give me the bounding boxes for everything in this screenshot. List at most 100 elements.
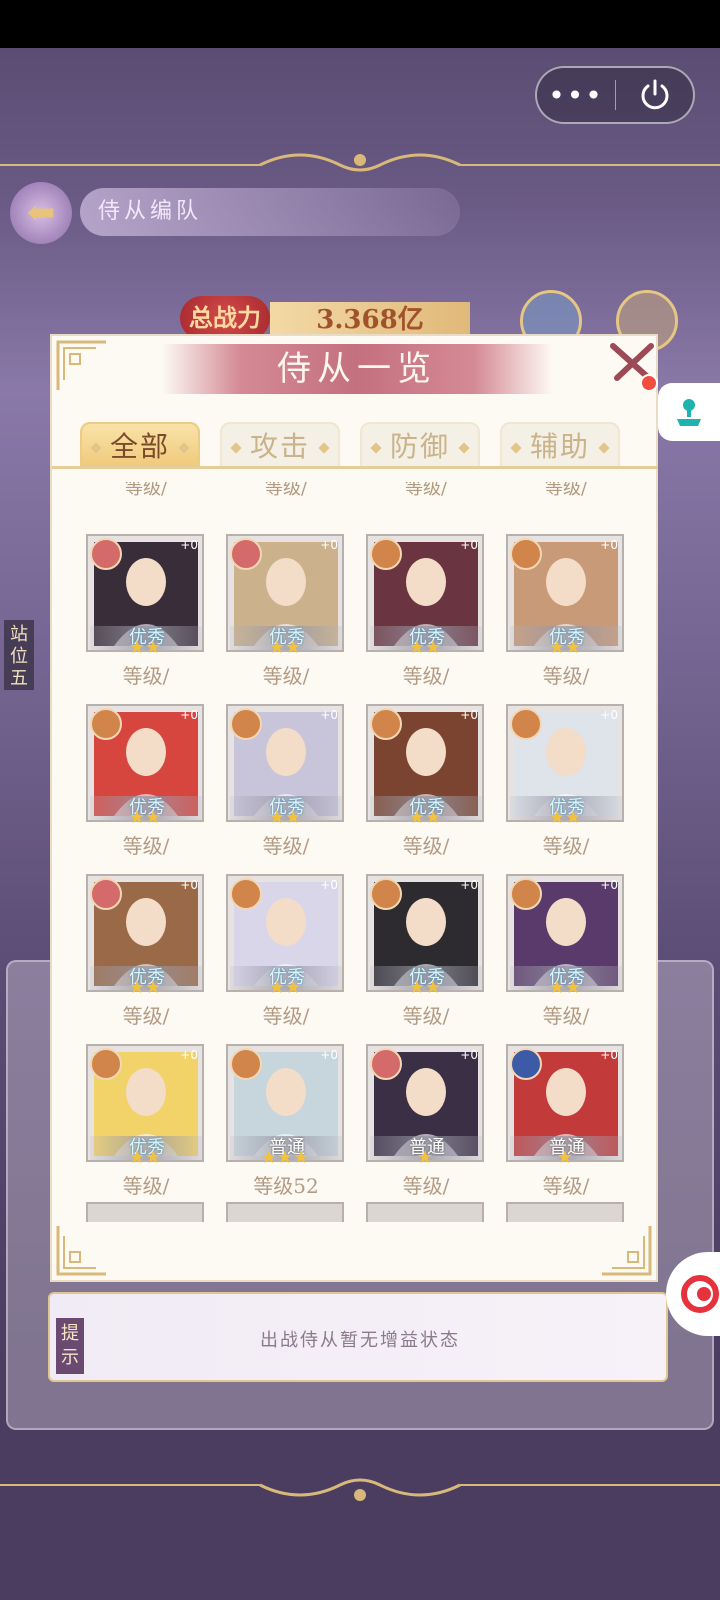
tip-text: 出战侍从暂无增益状态 bbox=[260, 1330, 460, 1351]
tab-ornament bbox=[598, 442, 610, 454]
attendant-card[interactable]: +0 优秀 ★★ 等级/ bbox=[366, 534, 486, 688]
tab-ornament bbox=[370, 442, 382, 454]
partial-level-text: 等级/ bbox=[404, 482, 448, 499]
tab-ornament bbox=[230, 442, 242, 454]
level-text: 等级/ bbox=[262, 834, 310, 858]
level-text: 等级/ bbox=[402, 664, 450, 688]
attendant-portrait: +0 优秀 bbox=[86, 534, 204, 652]
level-text: 等级/ bbox=[122, 1004, 170, 1028]
level-text: 等级/ bbox=[402, 1174, 450, 1198]
level-text: 等级/ bbox=[262, 1004, 310, 1028]
heart-type-icon bbox=[90, 538, 122, 570]
attendant-card[interactable]: +0 普通 ★ 等级/ bbox=[506, 1044, 626, 1198]
attendant-portrait: +0 优秀 bbox=[506, 874, 624, 992]
attendant-card[interactable]: +0 优秀 ★★ 等级/ bbox=[226, 534, 346, 688]
attack-type-icon bbox=[510, 708, 542, 740]
more-button[interactable]: ••• bbox=[537, 79, 615, 112]
partial-card[interactable] bbox=[86, 1202, 204, 1222]
attendant-card[interactable]: +0 优秀 ★★ 等级/ bbox=[86, 704, 206, 858]
attendant-portrait: +0 普通 bbox=[366, 1044, 484, 1162]
back-arrow-icon: ⬅ bbox=[26, 193, 56, 233]
partial-card[interactable] bbox=[506, 1202, 624, 1222]
attendant-card[interactable]: +0 优秀 ★★ 等级/ bbox=[506, 874, 626, 1028]
attendant-card[interactable]: +0 优秀 ★★ 等级/ bbox=[506, 704, 626, 858]
attendant-card[interactable]: +0 普通 ★★★ 等级52 bbox=[226, 1044, 346, 1198]
star-rating: ★★ bbox=[408, 637, 442, 658]
exit-button[interactable] bbox=[616, 78, 693, 112]
tab-label: 辅助 bbox=[529, 430, 590, 463]
attendant-portrait: +0 优秀 bbox=[86, 874, 204, 992]
attendant-card[interactable]: +0 优秀 ★★ 等级/ bbox=[86, 534, 206, 688]
attack-type-icon bbox=[230, 878, 262, 910]
enhance-level: +0 bbox=[460, 708, 478, 722]
attendant-card[interactable]: +0 优秀 ★★ 等级/ bbox=[506, 534, 626, 688]
tab-ornament bbox=[90, 442, 102, 454]
attendant-card[interactable]: +0 优秀 ★★ 等级/ bbox=[86, 874, 206, 1028]
bottom-ornament bbox=[0, 1478, 720, 1501]
star-rating: ★★ bbox=[128, 807, 162, 828]
filter-tabs: 全部 攻击 防御 辅助 bbox=[80, 422, 630, 468]
attendant-portrait: +0 普通 bbox=[226, 1044, 344, 1162]
joystick-icon bbox=[677, 399, 701, 426]
enhance-level: +0 bbox=[600, 538, 618, 552]
star-rating: ★★ bbox=[408, 807, 442, 828]
attendant-portrait: +0 优秀 bbox=[226, 704, 344, 822]
tab-support[interactable]: 辅助 bbox=[500, 422, 620, 468]
heart-type-icon bbox=[230, 538, 262, 570]
top-ornament bbox=[0, 153, 720, 172]
partial-level-row: 等级/ 等级/ 等级/ 等级/ bbox=[52, 482, 658, 502]
attendant-portrait: +0 优秀 bbox=[506, 704, 624, 822]
star-rating: ★★ bbox=[548, 807, 582, 828]
enhance-level: +0 bbox=[460, 1048, 478, 1062]
partial-card[interactable] bbox=[366, 1202, 484, 1222]
level-text: 等级/ bbox=[122, 834, 170, 858]
attack-type-icon bbox=[370, 708, 402, 740]
attendant-card[interactable]: +0 优秀 ★★ 等级/ bbox=[86, 1044, 206, 1198]
attendant-card[interactable]: +0 优秀 ★★ 等级/ bbox=[226, 704, 346, 858]
level-text: 等级/ bbox=[122, 1174, 170, 1198]
shield-type-icon bbox=[510, 1048, 542, 1080]
modal-title: 侍从一览 bbox=[162, 344, 552, 394]
enhance-level: +0 bbox=[460, 538, 478, 552]
enhance-level: +0 bbox=[180, 878, 198, 892]
attendant-card[interactable]: +0 优秀 ★★ 等级/ bbox=[226, 874, 346, 1028]
attendant-card[interactable]: +0 普通 ★ 等级/ bbox=[366, 1044, 486, 1198]
level-text: 等级/ bbox=[542, 664, 590, 688]
tab-defense[interactable]: 防御 bbox=[360, 422, 480, 468]
enhance-level: +0 bbox=[320, 708, 338, 722]
tab-all[interactable]: 全部 bbox=[80, 422, 200, 468]
assistant-float-button[interactable] bbox=[658, 383, 720, 441]
back-button[interactable]: ⬅ bbox=[10, 182, 72, 244]
star-rating: ★★★ bbox=[260, 1147, 310, 1168]
level-text: 等级/ bbox=[402, 834, 450, 858]
attendant-portrait: +0 优秀 bbox=[226, 534, 344, 652]
enhance-level: +0 bbox=[320, 878, 338, 892]
attendant-portrait: +0 普通 bbox=[506, 1044, 624, 1162]
enhance-level: +0 bbox=[320, 538, 338, 552]
corner-ornament bbox=[602, 1226, 652, 1276]
attack-type-icon bbox=[370, 878, 402, 910]
level-text: 等级/ bbox=[542, 834, 590, 858]
enhance-level: +0 bbox=[180, 1048, 198, 1062]
mini-program-capsule: ••• bbox=[535, 66, 695, 124]
star-rating: ★★ bbox=[128, 637, 162, 658]
attendant-card[interactable]: +0 优秀 ★★ 等级/ bbox=[366, 874, 486, 1028]
tab-ornament bbox=[458, 442, 470, 454]
power-icon bbox=[641, 79, 668, 110]
attendant-portrait: +0 优秀 bbox=[366, 704, 484, 822]
attendant-card[interactable]: +0 优秀 ★★ 等级/ bbox=[366, 704, 486, 858]
partial-card[interactable] bbox=[226, 1202, 344, 1222]
tab-attack[interactable]: 攻击 bbox=[220, 422, 340, 468]
attendant-list-modal: 侍从一览 全部 攻击 防御 辅助 等级/ 等级/ 等级/ 等级/ +0 优秀 ★… bbox=[50, 334, 658, 1282]
star-rating: ★★ bbox=[548, 637, 582, 658]
tab-label: 防御 bbox=[389, 430, 450, 463]
enhance-level: +0 bbox=[600, 1048, 618, 1062]
tab-ornament bbox=[178, 442, 190, 454]
attack-type-icon bbox=[230, 1048, 262, 1080]
heart-type-icon bbox=[370, 1048, 402, 1080]
partial-level-text: 等级/ bbox=[544, 482, 588, 499]
notification-dot bbox=[640, 374, 658, 392]
level-text: 等级/ bbox=[262, 664, 310, 688]
partial-card-row bbox=[86, 1202, 626, 1222]
star-rating: ★ bbox=[416, 1147, 434, 1168]
